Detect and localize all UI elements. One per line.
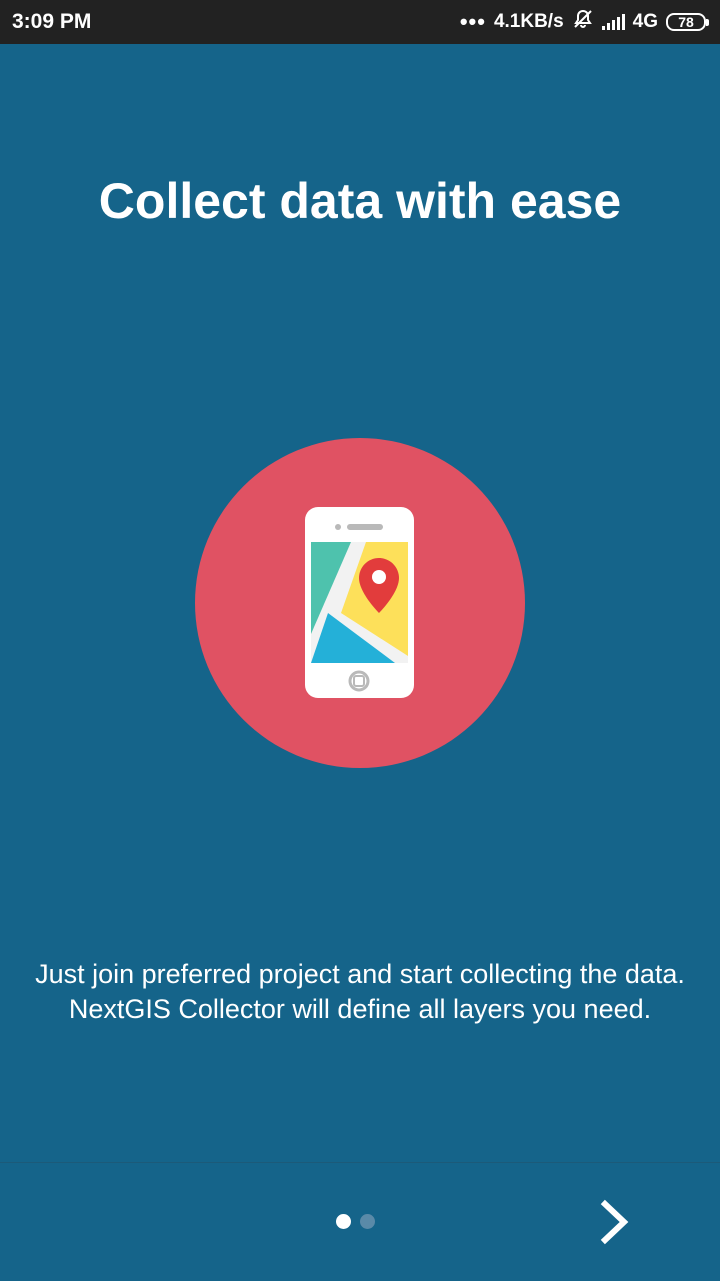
status-bar: 3:09 PM ••• 4.1KB/s 4G 78 xyxy=(0,0,720,44)
battery-level: 78 xyxy=(678,14,694,30)
phone-map-pin-icon xyxy=(195,438,525,768)
page-indicator-dot-active[interactable] xyxy=(336,1214,351,1229)
signal-icon xyxy=(601,14,625,30)
onboarding-page: Collect data with ease Just join preferr… xyxy=(0,44,720,1162)
page-title: Collect data with ease xyxy=(98,173,622,229)
network-speed: 4.1KB/s xyxy=(493,11,564,32)
notifications-muted-icon xyxy=(572,8,594,36)
onboarding-footer xyxy=(0,1162,720,1281)
network-type: 4G xyxy=(632,11,658,32)
more-dots-icon: ••• xyxy=(459,9,486,34)
status-time: 3:09 PM xyxy=(12,10,92,33)
chevron-right-icon xyxy=(600,1199,629,1245)
battery-icon: 78 xyxy=(666,13,709,31)
page-indicator-dot[interactable] xyxy=(360,1214,375,1229)
next-button[interactable] xyxy=(580,1187,650,1257)
status-icons: ••• 4.1KB/s 4G 78 xyxy=(459,8,709,36)
page-indicator xyxy=(336,1214,375,1229)
page-description: Just join preferred project and start co… xyxy=(35,959,685,1024)
